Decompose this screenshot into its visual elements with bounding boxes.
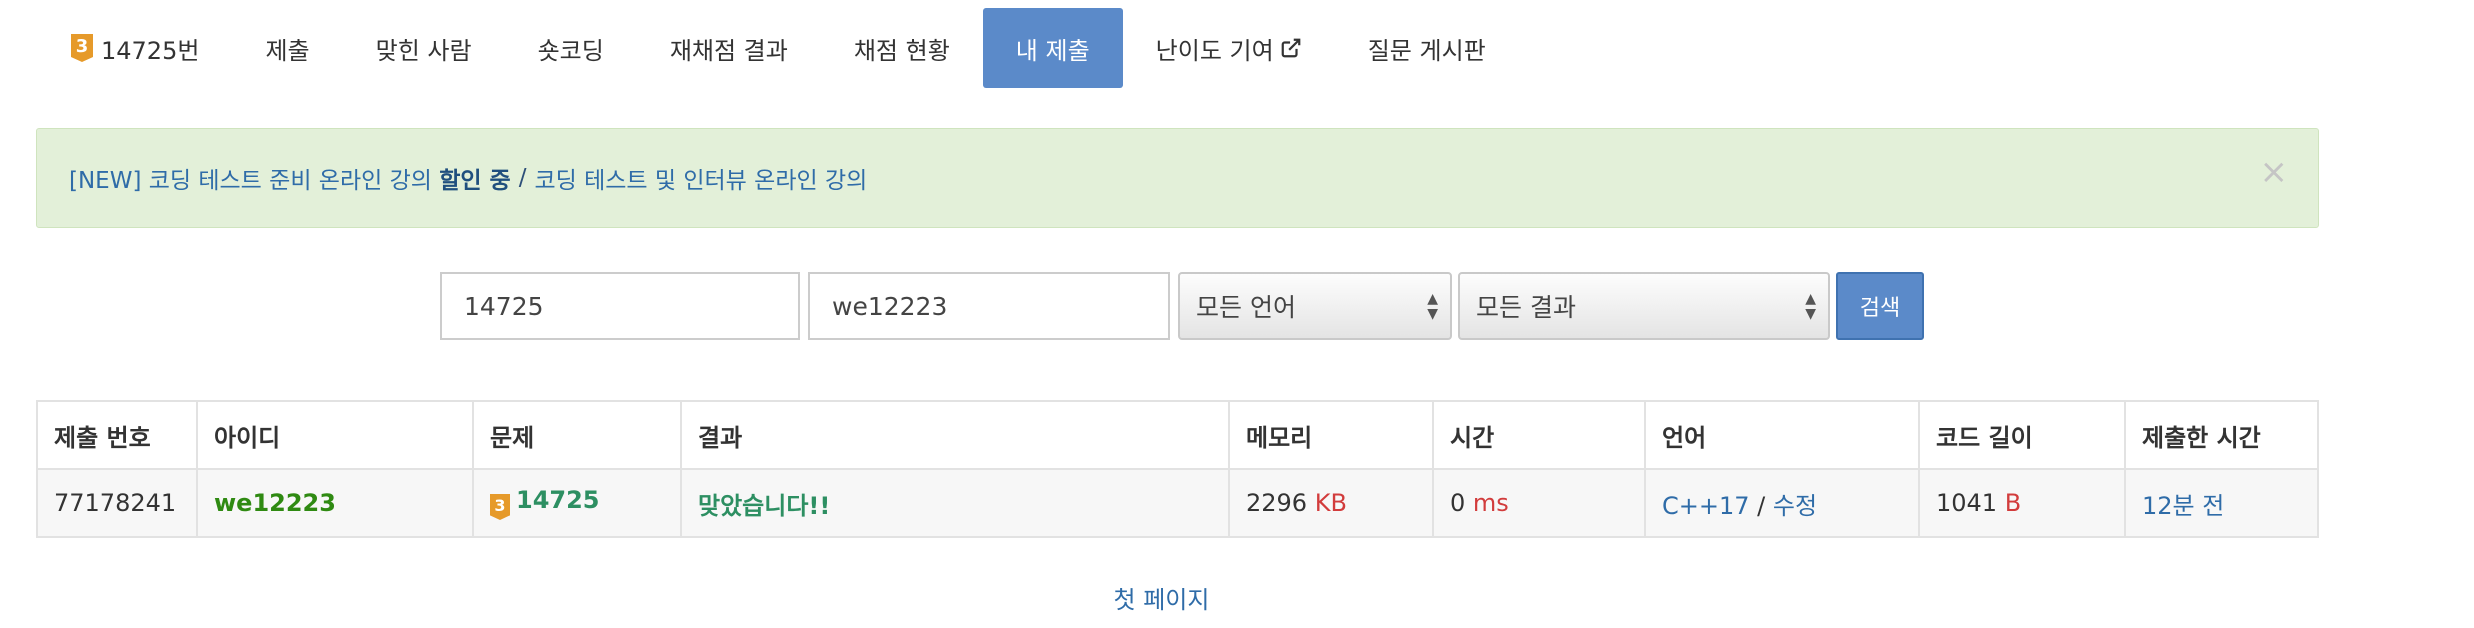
pagination: 첫 페이지: [0, 580, 2323, 615]
user-link[interactable]: we12223: [214, 489, 336, 517]
problem-link[interactable]: 14725: [516, 486, 600, 514]
code-length-cell: 1041 B: [1918, 468, 2126, 538]
tier-badge-icon: 3: [71, 34, 93, 62]
submitted-time-link[interactable]: 12분 전: [2142, 492, 2224, 520]
select-arrows-icon: ▲ ▼: [1427, 291, 1438, 322]
header-submitted-time: 제출한 시간: [2124, 400, 2319, 470]
memory-value: 2296: [1246, 489, 1308, 517]
time-cell: 0 ms: [1432, 468, 1646, 538]
submission-id: 77178241: [36, 468, 198, 538]
tab-problem-label: 14725번: [101, 36, 200, 65]
header-language: 언어: [1644, 400, 1920, 470]
problem-id-input[interactable]: 14725: [440, 272, 800, 340]
promo-link-text: [NEW] 코딩 테스트 준비 온라인 강의: [69, 168, 440, 194]
external-link-icon: [1281, 38, 1301, 58]
user-id-input[interactable]: we12223: [808, 272, 1170, 340]
tab-board[interactable]: 질문 게시판: [1335, 8, 1519, 88]
time-value: 0: [1450, 489, 1466, 517]
code-length-value: 1041: [1936, 489, 1998, 517]
header-result: 결과: [680, 400, 1230, 470]
search-button[interactable]: 검색: [1836, 272, 1924, 340]
edit-link[interactable]: 수정: [1773, 492, 1817, 520]
language-separator: /: [1757, 491, 1766, 520]
language-select-value: 모든 언어: [1196, 293, 1296, 322]
header-time: 시간: [1432, 400, 1646, 470]
header-user: 아이디: [196, 400, 474, 470]
language-select[interactable]: 모든 언어 ▲ ▼: [1178, 272, 1452, 340]
language-cell: C++17 / 수정: [1644, 468, 1920, 538]
table-row: 77178241 we12223 3 14725 맞았습니다!! 2296 KB …: [36, 468, 2319, 538]
header-problem: 문제: [472, 400, 682, 470]
submission-table: 제출 번호 아이디 문제 결과 메모리 시간 언어 코드 길이 제출한 시간 7…: [36, 400, 2319, 538]
promo-alert: [NEW] 코딩 테스트 준비 온라인 강의 할인 중 / 코딩 테스트 및 인…: [36, 128, 2319, 228]
close-icon[interactable]: ×: [2260, 155, 2289, 189]
promo-separator: /: [518, 165, 527, 191]
header-code-length: 코드 길이: [1918, 400, 2126, 470]
table-header-row: 제출 번호 아이디 문제 결과 메모리 시간 언어 코드 길이 제출한 시간: [36, 400, 2319, 470]
promo-link-interview[interactable]: 코딩 테스트 및 인터뷰 온라인 강의: [534, 161, 867, 195]
tab-shortcoding[interactable]: 숏코딩: [505, 8, 637, 88]
tab-status[interactable]: 채점 현황: [821, 8, 983, 88]
tab-submit[interactable]: 제출: [232, 8, 342, 88]
header-submission-id: 제출 번호: [36, 400, 198, 470]
tab-solvers[interactable]: 맞힌 사람: [343, 8, 505, 88]
tab-difficulty-label: 난이도 기여: [1155, 36, 1274, 65]
first-page-link[interactable]: 첫 페이지: [1114, 586, 1210, 614]
tab-difficulty[interactable]: 난이도 기여: [1123, 8, 1335, 88]
problem-cell: 3 14725: [472, 468, 682, 538]
time-unit: ms: [1472, 489, 1509, 517]
tab-my-submissions[interactable]: 내 제출: [982, 8, 1123, 88]
result-select[interactable]: 모든 결과 ▲ ▼: [1458, 272, 1830, 340]
language-link[interactable]: C++17: [1662, 492, 1750, 520]
tab-problem[interactable]: 3 14725번: [38, 8, 232, 88]
header-memory: 메모리: [1228, 400, 1434, 470]
memory-unit: KB: [1314, 489, 1347, 517]
tab-rejudge[interactable]: 재채점 결과: [637, 8, 821, 88]
code-length-unit: B: [2004, 489, 2022, 517]
tier-badge-icon: 3: [490, 494, 510, 520]
promo-link-lecture[interactable]: [NEW] 코딩 테스트 준비 온라인 강의 할인 중: [69, 161, 511, 195]
result-select-value: 모든 결과: [1476, 293, 1576, 322]
memory-cell: 2296 KB: [1228, 468, 1434, 538]
result-text: 맞았습니다!!: [698, 491, 831, 520]
select-arrows-icon: ▲ ▼: [1805, 291, 1816, 322]
promo-discount-text: 할인 중: [439, 168, 511, 194]
problem-tabs: 3 14725번 제출 맞힌 사람 숏코딩 재채점 결과 채점 현황 내 제출 …: [38, 8, 1519, 88]
